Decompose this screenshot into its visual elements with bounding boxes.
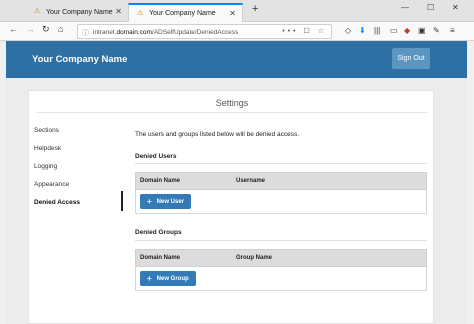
denied-users-table-body: + New User	[135, 190, 427, 214]
denied-groups-table-body: + New Group	[135, 267, 427, 291]
sign-out-button[interactable]: Sign Out	[392, 48, 430, 69]
pocket-icon[interactable]: ◇	[345, 26, 351, 35]
denied-users-heading: Denied Users	[135, 153, 177, 160]
library-icon[interactable]: |||	[374, 26, 380, 35]
nav-item-sections[interactable]: Sections	[34, 127, 59, 134]
reload-icon[interactable]: ↻	[42, 24, 50, 35]
page-favicon-icon: ⚠	[137, 10, 144, 17]
column-header: Group Name	[236, 255, 273, 261]
warning-icon: ⚠	[34, 8, 41, 15]
denied-groups-heading: Denied Groups	[135, 229, 182, 236]
column-header: Domain Name	[140, 178, 181, 184]
app-header: Your Company Name Sign Out	[6, 41, 467, 78]
browser-tab-bar: ⚠ Your Company Name ✕ ⚠ Your Company Nam…	[0, 0, 474, 22]
divider	[135, 163, 427, 164]
nav-item-helpdesk[interactable]: Helpdesk	[34, 145, 61, 152]
plus-icon: +	[147, 197, 152, 206]
site-info-icon[interactable]: ⓘ	[82, 28, 89, 38]
page-actions-icon[interactable]: ••• ☐ ☆	[282, 27, 327, 35]
tab-title: Your Company Name	[46, 9, 113, 16]
tab-title: Your Company Name	[149, 10, 216, 17]
denied-users-table-header: Domain Name Username	[135, 172, 427, 190]
plus-icon: +	[147, 274, 152, 283]
download-icon[interactable]: ⬇	[359, 26, 366, 35]
new-tab-button[interactable]: +	[252, 3, 258, 15]
screenshot-icon[interactable]: ▣	[418, 26, 426, 35]
maximize-icon[interactable]: ☐	[427, 3, 434, 12]
close-tab-icon[interactable]: ✕	[229, 9, 236, 18]
browser-tab[interactable]: ⚠ Your Company Name ✕	[26, 3, 128, 22]
browser-tab-active[interactable]: ⚠ Your Company Name ✕	[128, 3, 243, 22]
back-icon[interactable]: ←	[9, 24, 18, 34]
company-name: Your Company Name	[32, 54, 128, 65]
window-close-icon[interactable]: ✕	[452, 3, 459, 12]
url-text: intranet.domain.com/ADSelfUpdate/DeniedA…	[93, 28, 239, 36]
close-tab-icon[interactable]: ✕	[115, 7, 122, 16]
divider	[135, 240, 427, 241]
column-header: Domain Name	[140, 255, 181, 261]
nav-item-appearance[interactable]: Appearance	[34, 181, 69, 188]
button-label: New User	[156, 198, 185, 205]
denied-groups-table-header: Domain Name Group Name	[135, 249, 427, 267]
new-group-button[interactable]: + New Group	[140, 271, 196, 286]
minimize-icon[interactable]: —	[401, 3, 409, 12]
settings-card: Settings Sections Helpdesk Logging Appea…	[28, 90, 434, 324]
tools-icon[interactable]: ✎	[433, 26, 440, 35]
active-nav-indicator	[121, 191, 123, 211]
home-icon[interactable]: ⌂	[58, 24, 63, 34]
menu-icon[interactable]: ≡	[450, 26, 455, 35]
address-bar[interactable]: ⓘ intranet.domain.com/ADSelfUpdate/Denie…	[77, 24, 332, 39]
divider	[37, 112, 427, 113]
nav-item-logging[interactable]: Logging	[34, 163, 57, 170]
sidebar-icon[interactable]: ▭	[390, 26, 398, 35]
browser-nav-bar: ← → ↻ ⌂ ⓘ intranet.domain.com/ADSelfUpda…	[0, 22, 474, 41]
button-label: New Group	[156, 275, 189, 282]
extension-icon[interactable]: ◆	[404, 26, 410, 35]
intro-text: The users and groups listed below will b…	[135, 131, 300, 138]
new-user-button[interactable]: + New User	[140, 194, 192, 209]
column-header: Username	[236, 178, 266, 184]
settings-title: Settings	[215, 98, 249, 108]
forward-icon[interactable]: →	[26, 24, 35, 34]
nav-item-denied-access[interactable]: Denied Access	[34, 199, 80, 206]
